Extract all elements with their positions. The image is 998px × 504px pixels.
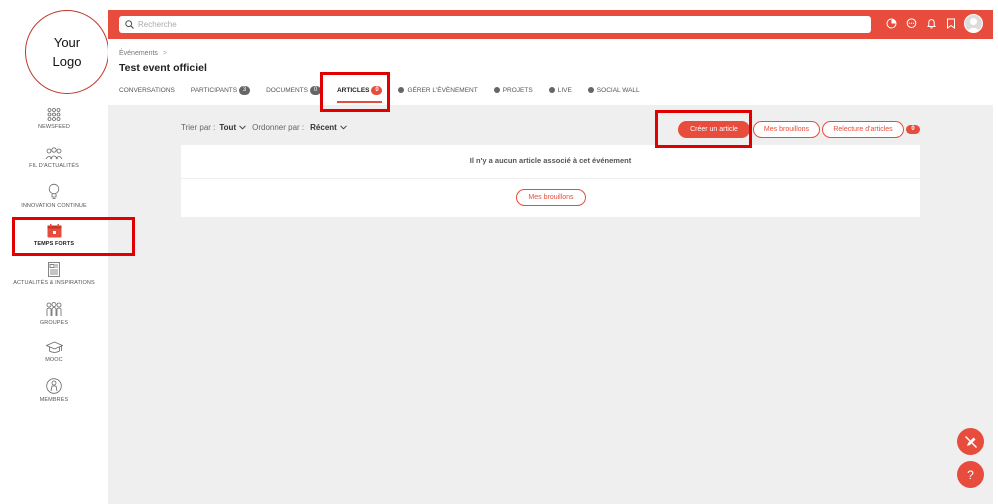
sidebar-item-label: NEWSFEED [38, 124, 70, 130]
graduation-cap-icon [45, 341, 63, 353]
tab-gerer-evenement[interactable]: GÉRER L'ÉVÈNEMENT [398, 85, 478, 95]
main-content: Trier par : Tout Ordonner par : Récent C… [108, 105, 993, 504]
mute-notifications-button[interactable] [957, 428, 984, 455]
tab-participants[interactable]: PARTICIPANTS 3 [190, 85, 251, 95]
app: Your Logo NEWSFEED FIL D'ACTUALITÉS INNO… [0, 0, 998, 504]
avatar[interactable] [964, 14, 983, 33]
sidebar-item-label: INNOVATION CONTINUE [21, 203, 87, 209]
search-box[interactable] [119, 16, 871, 33]
tab-projets[interactable]: PROJETS [493, 85, 533, 95]
tab-label: DOCUMENTS [266, 86, 308, 94]
divider [181, 178, 920, 179]
pen-off-icon [964, 435, 977, 448]
question-mark-icon: ? [967, 467, 974, 482]
filters-bar: Trier par : Tout Ordonner par : Récent [181, 123, 353, 132]
tab-social-wall[interactable]: SOCIAL WALL [587, 85, 640, 95]
sidebar-item-label: MOOC [45, 357, 63, 363]
gear-icon [493, 87, 500, 93]
my-drafts-button[interactable]: Mes brouillons [753, 121, 820, 138]
highlight-box-articles-tab [320, 72, 390, 112]
logo-line-2: Logo [52, 54, 82, 69]
empty-state-card: Il n'y a aucun article associé à cet évé… [181, 145, 920, 217]
search-icon [125, 20, 134, 29]
search-input[interactable] [138, 20, 838, 29]
tab-label: PARTICIPANTS [190, 86, 238, 94]
sidebar-item-label: FIL D'ACTUALITÉS [29, 163, 79, 169]
sidebar-item-membres[interactable]: MEMBRES [0, 378, 108, 403]
page-header: Événements > Test event officiel CONVERSA… [108, 39, 993, 105]
sidebar-item-innovation[interactable]: INNOVATION CONTINUE [0, 183, 108, 209]
users-icon [46, 302, 62, 316]
highlight-box-create-article [655, 110, 752, 148]
chevron-down-icon[interactable] [239, 125, 246, 130]
breadcrumb: Événements > [119, 50, 167, 57]
article-review-button[interactable]: Relecture d'articles [822, 121, 904, 138]
tab-badge: 3 [239, 85, 251, 95]
gear-icon [548, 87, 555, 93]
logo[interactable]: Your Logo [25, 10, 109, 94]
page-title: Test event officiel [119, 62, 207, 74]
sidebar-item-mooc[interactable]: MOOC [0, 341, 108, 363]
tab-label: SOCIAL WALL [596, 86, 640, 94]
dots-grid-icon [47, 108, 61, 121]
sidebar-item-groupes[interactable]: GROUPES [0, 302, 108, 326]
chevron-down-icon[interactable] [339, 125, 347, 130]
tab-live[interactable]: LIVE [548, 85, 572, 95]
top-icons [884, 14, 983, 33]
breadcrumb-separator: > [162, 50, 168, 57]
tab-label: PROJETS [502, 86, 533, 94]
tab-label: LIVE [557, 86, 572, 94]
sidebar-item-actualites-inspirations[interactable]: ACTUALITÉS & INSPIRATIONS [0, 262, 108, 286]
bookmark-icon[interactable] [944, 17, 958, 31]
tab-documents[interactable]: DOCUMENTS 0 [266, 85, 321, 95]
sidebar-item-newsfeed[interactable]: NEWSFEED [0, 108, 108, 130]
highlight-box-temps-forts [12, 217, 135, 256]
sidebar-item-label: MEMBRES [39, 397, 69, 403]
pie-chart-icon[interactable] [884, 17, 898, 31]
order-select[interactable]: Récent [310, 123, 337, 132]
help-button[interactable]: ? [957, 461, 984, 488]
newspaper-icon [48, 262, 60, 277]
sidebar-item-fil-actualites[interactable]: FIL D'ACTUALITÉS [0, 147, 108, 169]
people-group-icon [45, 147, 63, 160]
gear-icon [398, 87, 405, 93]
sort-label: Trier par : [181, 123, 216, 132]
lightbulb-icon [48, 183, 60, 199]
logo-line-1: Your [53, 35, 81, 50]
person-circle-icon [46, 378, 62, 394]
bell-icon[interactable] [924, 17, 938, 31]
user-silhouette-icon [966, 18, 981, 32]
order-label: Ordonner par : [252, 123, 305, 132]
sort-select[interactable]: Tout [219, 123, 236, 132]
review-count-badge: 0 [906, 125, 920, 134]
tab-conversations[interactable]: CONVERSATIONS [119, 85, 175, 95]
empty-state-message: Il n'y a aucun article associé à cet évé… [469, 156, 632, 165]
sidebar-item-label: ACTUALITÉS & INSPIRATIONS [13, 280, 95, 286]
tab-label: GÉRER L'ÉVÈNEMENT [407, 86, 478, 94]
sidebar-item-label: GROUPES [39, 320, 69, 326]
my-drafts-empty-button[interactable]: Mes brouillons [516, 189, 586, 206]
tab-label: CONVERSATIONS [119, 86, 175, 94]
top-bar [108, 10, 993, 39]
breadcrumb-link-evenements[interactable]: Événements [119, 50, 158, 57]
gear-icon [587, 87, 594, 93]
chat-icon[interactable] [904, 17, 918, 31]
